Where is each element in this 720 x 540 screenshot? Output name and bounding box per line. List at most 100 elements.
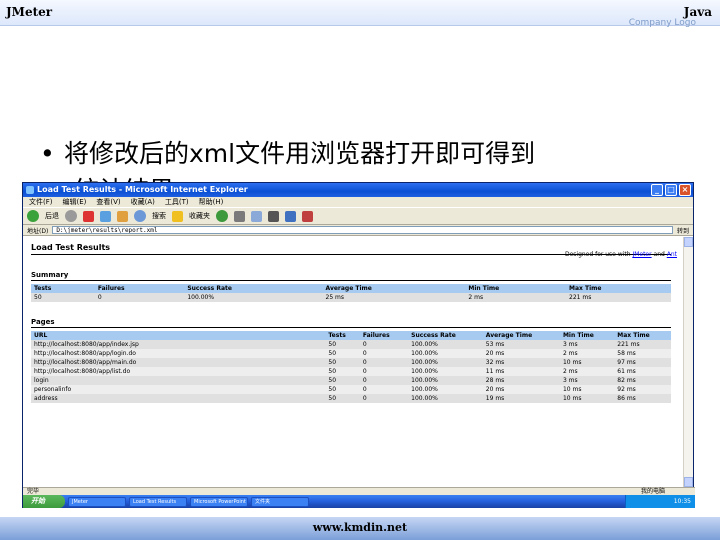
taskbar-item[interactable]: Microsoft PowerPoint (190, 496, 248, 507)
page-cell: 19 ms (482, 394, 560, 403)
summary-header: Average Time (322, 284, 466, 293)
menu-tools[interactable]: 工具(T) (165, 197, 189, 207)
media-icon[interactable] (216, 210, 228, 222)
slide-header-bar: JMeter Java Company Logo (0, 0, 720, 28)
table-row: personalinfo 50 0 100.00% 20 ms 10 ms 92… (31, 385, 671, 394)
page-cell: 97 ms (614, 358, 671, 367)
favorites-star-icon[interactable] (172, 210, 183, 222)
page-url-cell[interactable]: personalinfo (31, 385, 326, 394)
page-url-cell[interactable]: login (31, 376, 326, 385)
vertical-scrollbar[interactable] (683, 237, 693, 487)
address-input[interactable]: D:\jmeter\results\report.xml (52, 226, 673, 234)
page-cell: 92 ms (614, 385, 671, 394)
bullet-dot-icon: • (40, 139, 55, 168)
page-cell: 3 ms (559, 376, 615, 385)
menu-file[interactable]: 文件(F) (29, 197, 53, 207)
ie-title-bar: Load Test Results - Microsoft Internet E… (23, 183, 693, 197)
table-row: login 50 0 100.00% 28 ms 3 ms 82 ms (31, 376, 671, 385)
page-cell: 2 ms (559, 349, 615, 358)
scroll-up-arrow-icon[interactable] (684, 237, 693, 247)
ie-toolbar: 后退 搜索 收藏夹 (23, 207, 693, 225)
forward-arrow-icon[interactable] (65, 210, 77, 222)
taskbar-item[interactable]: 文件夹 (251, 496, 309, 507)
table-row: 50 0 100.00% 25 ms 2 ms 221 ms (31, 293, 671, 302)
ie-status-bar: 完毕 我的电脑 (23, 487, 695, 495)
status-text: 完毕 (27, 488, 40, 495)
page-cell: 28 ms (482, 376, 560, 385)
close-button[interactable]: × (679, 184, 691, 196)
menu-favorites[interactable]: 收藏(A) (131, 197, 155, 207)
page-cell: 3 ms (559, 340, 615, 349)
back-label[interactable]: 后退 (45, 211, 59, 221)
refresh-icon[interactable] (100, 210, 111, 222)
page-cell: 50 (325, 358, 360, 367)
page-cell: 100.00% (408, 367, 483, 376)
summary-header: Success Rate (184, 284, 323, 293)
go-button[interactable]: 转到 (677, 226, 689, 235)
page-url-cell[interactable]: http://localhost:8080/app/list.do (31, 367, 326, 376)
menu-edit[interactable]: 编辑(E) (63, 197, 87, 207)
page-cell: 0 (359, 340, 409, 349)
table-row: http://localhost:8080/app/index.jsp 50 0… (31, 340, 671, 349)
stop-icon[interactable] (83, 210, 94, 222)
page-cell: 86 ms (614, 394, 671, 403)
taskbar-item[interactable]: Load Test Results (129, 496, 187, 507)
pages-header: Tests (325, 331, 360, 340)
page-cell: 11 ms (482, 367, 560, 376)
page-cell: 100.00% (408, 376, 483, 385)
page-cell: 32 ms (482, 358, 560, 367)
jmeter-link[interactable]: JMeter (632, 251, 651, 258)
address-bar: 地址(D) D:\jmeter\results\report.xml 转到 (23, 225, 693, 236)
discuss-icon[interactable] (302, 210, 313, 222)
pages-header: Min Time (559, 331, 615, 340)
slide-header-right: Java (683, 5, 712, 19)
summary-cell: 25 ms (322, 293, 466, 302)
page-cell: 0 (359, 349, 409, 358)
bullet-line-1: 将修改后的xml文件用浏览器打开即可得到 (64, 139, 536, 168)
summary-cell: 50 (31, 293, 95, 302)
search-label[interactable]: 搜索 (152, 211, 166, 221)
search-icon[interactable] (134, 210, 146, 222)
favorites-label[interactable]: 收藏夹 (189, 211, 210, 221)
page-cell: 58 ms (614, 349, 671, 358)
page-cell: 0 (359, 367, 409, 376)
scroll-down-arrow-icon[interactable] (684, 477, 693, 487)
mail-icon[interactable] (251, 210, 262, 222)
summary-cell: 221 ms (566, 293, 671, 302)
table-row: http://localhost:8080/app/login.do 50 0 … (31, 349, 671, 358)
page-cell: 100.00% (408, 349, 483, 358)
history-icon[interactable] (234, 210, 245, 222)
summary-header: Tests (31, 284, 95, 293)
page-cell: 0 (359, 394, 409, 403)
page-cell: 20 ms (482, 385, 560, 394)
page-url-cell[interactable]: http://localhost:8080/app/login.do (31, 349, 326, 358)
minimize-button[interactable]: _ (651, 184, 663, 196)
windows-taskbar: 开始 JMeter Load Test Results Microsoft Po… (23, 495, 695, 508)
edit-icon[interactable] (285, 210, 296, 222)
page-url-cell[interactable]: http://localhost:8080/app/main.do (31, 358, 326, 367)
page-cell: 100.00% (408, 358, 483, 367)
ie-window: Load Test Results - Microsoft Internet E… (22, 182, 695, 508)
slide-header-left: JMeter (6, 5, 53, 19)
taskbar-item[interactable]: JMeter (68, 496, 126, 507)
ant-link[interactable]: Ant (667, 251, 677, 258)
menu-view[interactable]: 查看(V) (96, 197, 120, 207)
page-cell: 50 (325, 367, 360, 376)
ie-window-title: Load Test Results - Microsoft Internet E… (37, 185, 248, 194)
page-url-cell[interactable]: address (31, 394, 326, 403)
home-icon[interactable] (117, 210, 128, 222)
page-url-cell[interactable]: http://localhost:8080/app/index.jsp (31, 340, 326, 349)
summary-header: Failures (94, 284, 185, 293)
ie-logo-icon (26, 186, 34, 194)
maximize-button[interactable]: □ (665, 184, 677, 196)
page-cell: 2 ms (559, 367, 615, 376)
start-button[interactable]: 开始 (23, 495, 65, 508)
menu-help[interactable]: 帮助(H) (199, 197, 224, 207)
page-cell: 10 ms (559, 385, 615, 394)
page-cell: 10 ms (559, 394, 615, 403)
print-icon[interactable] (268, 210, 279, 222)
page-cell: 50 (325, 394, 360, 403)
back-arrow-icon[interactable] (27, 210, 39, 222)
ie-menu-bar: 文件(F) 编辑(E) 查看(V) 收藏(A) 工具(T) 帮助(H) (23, 197, 693, 207)
summary-cell: 2 ms (465, 293, 566, 302)
